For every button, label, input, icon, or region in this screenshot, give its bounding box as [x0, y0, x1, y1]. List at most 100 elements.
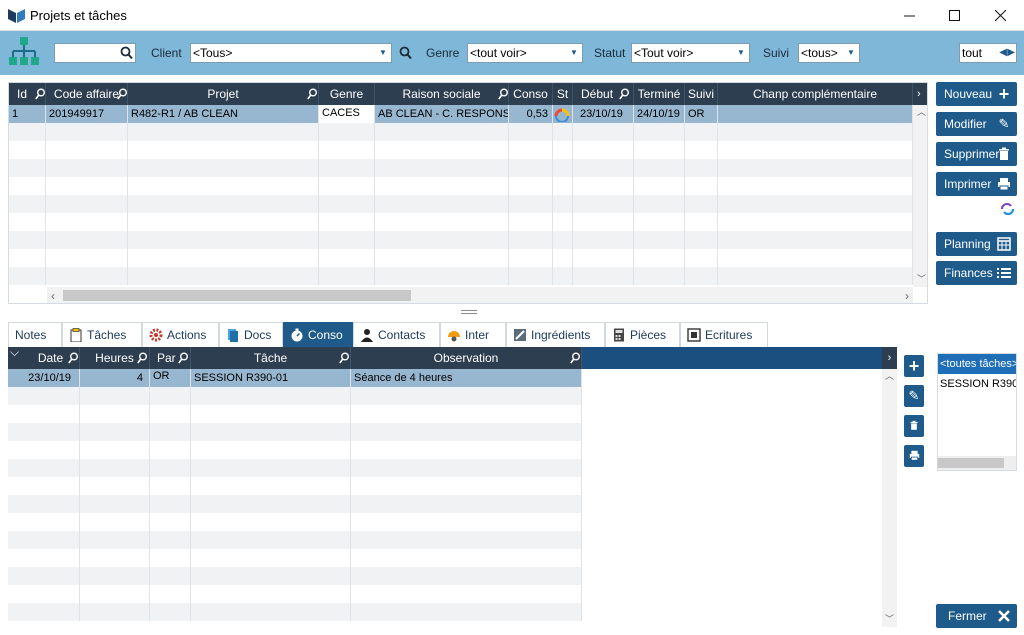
- search-icon[interactable]: [178, 352, 189, 364]
- chevron-right-icon[interactable]: ›: [917, 83, 921, 105]
- hscroll-thumb[interactable]: [63, 290, 411, 301]
- hscroll-thumb[interactable]: [938, 458, 1004, 468]
- fermer-button[interactable]: Fermer: [936, 604, 1017, 628]
- conso-vscroll[interactable]: ︿ ﹀: [882, 369, 897, 627]
- search-icon[interactable]: [498, 88, 509, 100]
- scroll-up-icon[interactable]: ︿: [885, 369, 894, 382]
- minimize-button[interactable]: [886, 0, 932, 31]
- modifier-button[interactable]: Modifier ✎: [936, 112, 1017, 136]
- table-row[interactable]: 23/10/19 4 OR SESSION R390-01 Séance de …: [8, 369, 582, 387]
- tab-docs[interactable]: Docs: [219, 322, 283, 347]
- empty-cell: [509, 141, 553, 159]
- empty-cell: [634, 123, 685, 141]
- col-suivi[interactable]: Suivi: [685, 83, 718, 105]
- empty-cell: [150, 531, 191, 549]
- task-filter-hscroll[interactable]: [938, 456, 1016, 470]
- chevron-left-icon[interactable]: ◀: [999, 44, 1007, 62]
- scroll-down-icon[interactable]: ﹀: [885, 612, 894, 625]
- col-code-affaire[interactable]: Code affaire: [46, 83, 128, 105]
- search-icon[interactable]: [619, 88, 630, 100]
- task-filter-list[interactable]: <toutes tâches> SESSION R390-: [937, 353, 1017, 471]
- print-conso-button[interactable]: [904, 445, 924, 467]
- finances-button[interactable]: Finances: [936, 261, 1017, 285]
- person-icon: [361, 329, 373, 342]
- chevron-right-icon[interactable]: ›: [882, 347, 897, 369]
- maximize-button[interactable]: [931, 0, 977, 31]
- supprimer-button[interactable]: Supprimer: [936, 142, 1017, 166]
- search-icon[interactable]: [137, 352, 148, 364]
- tab-pieces[interactable]: Pièces: [605, 322, 680, 347]
- org-chart-icon[interactable]: [8, 35, 40, 69]
- suivi-select[interactable]: <tous> ▼: [798, 43, 860, 63]
- genre-select[interactable]: <tout voir> ▼: [467, 43, 583, 63]
- empty-cell: [46, 267, 128, 285]
- close-button[interactable]: [977, 0, 1023, 31]
- printer-icon: [998, 178, 1010, 191]
- tab-ecritures[interactable]: Ecritures: [680, 322, 768, 347]
- tab-taches[interactable]: Tâches: [62, 322, 142, 347]
- client-select[interactable]: <Tous> ▼: [190, 43, 392, 63]
- cell-st: [553, 105, 573, 123]
- col-observation[interactable]: Observation: [351, 347, 582, 369]
- tab-contacts[interactable]: Contacts: [353, 322, 440, 347]
- chevron-down-icon[interactable]: ⌵: [10, 347, 19, 360]
- chevron-right-icon[interactable]: ▶: [1007, 44, 1015, 62]
- search-input[interactable]: [54, 43, 136, 63]
- client-search-icon[interactable]: [399, 46, 412, 60]
- scope-selector[interactable]: tout ◀ ▶: [959, 43, 1017, 63]
- scroll-left-icon[interactable]: ‹: [51, 289, 55, 303]
- chevron-down-icon: ▼: [379, 48, 387, 57]
- tab-actions[interactable]: Actions: [142, 322, 219, 347]
- empty-cell: [46, 123, 128, 141]
- scroll-down-icon[interactable]: ﹀: [917, 272, 926, 285]
- nouveau-button[interactable]: Nouveau +: [936, 82, 1017, 106]
- col-st[interactable]: St: [553, 83, 573, 105]
- empty-cell: [9, 123, 46, 141]
- col-termine[interactable]: Terminé: [634, 83, 685, 105]
- edit-conso-button[interactable]: ✎: [904, 385, 924, 407]
- empty-cell: [319, 123, 375, 141]
- col-genre[interactable]: Genre: [319, 83, 375, 105]
- splitter-handle[interactable]: [461, 310, 477, 314]
- search-icon[interactable]: [570, 352, 581, 364]
- search-icon[interactable]: [35, 88, 46, 100]
- empty-cell: [685, 123, 718, 141]
- cell-observation: Séance de 4 heures: [351, 369, 582, 387]
- scroll-right-icon[interactable]: ›: [905, 289, 909, 303]
- empty-cell: [80, 585, 150, 603]
- task-filter-header[interactable]: <toutes tâches>: [938, 354, 1016, 374]
- empty-cell: [150, 603, 191, 621]
- tab-conso[interactable]: Conso: [283, 322, 353, 347]
- delete-conso-button[interactable]: [904, 415, 924, 437]
- imprimer-button[interactable]: Imprimer: [936, 172, 1017, 196]
- search-icon[interactable]: [307, 88, 318, 100]
- empty-cell: [634, 213, 685, 231]
- sync-icon[interactable]: [1001, 203, 1014, 215]
- projects-vscroll[interactable]: ︿ ﹀: [913, 105, 927, 287]
- search-icon[interactable]: [339, 352, 350, 364]
- col-raison-sociale[interactable]: Raison sociale: [375, 83, 509, 105]
- clipboard-icon: [70, 328, 82, 342]
- search-icon[interactable]: [120, 46, 133, 60]
- search-icon[interactable]: [117, 88, 128, 100]
- empty-cell: [8, 585, 80, 603]
- statut-select[interactable]: <Tout voir> ▼: [631, 43, 750, 63]
- search-icon[interactable]: [68, 352, 79, 364]
- table-row[interactable]: 1 201949917 R482-R1 / AB CLEAN CACES AB …: [9, 105, 913, 123]
- scroll-up-icon[interactable]: ︿: [917, 105, 926, 118]
- col-champ-complementaire[interactable]: Chanp complémentaire: [718, 83, 913, 105]
- tab-ingredients[interactable]: Ingrédients: [506, 322, 605, 347]
- planning-button[interactable]: Planning: [936, 232, 1017, 256]
- cell-heures: 4: [80, 369, 150, 387]
- col-conso[interactable]: Conso: [509, 83, 553, 105]
- list-item[interactable]: SESSION R390-: [938, 374, 1016, 394]
- col-projet[interactable]: Projet: [128, 83, 319, 105]
- empty-row: [8, 405, 582, 423]
- add-conso-button[interactable]: +: [904, 355, 924, 377]
- tab-inter[interactable]: Inter: [440, 322, 506, 347]
- empty-cell: [9, 141, 46, 159]
- tab-notes[interactable]: Notes: [8, 322, 62, 347]
- projects-hscroll[interactable]: ‹ ›: [47, 287, 913, 303]
- col-tache[interactable]: Tâche: [191, 347, 351, 369]
- empty-cell: [150, 441, 191, 459]
